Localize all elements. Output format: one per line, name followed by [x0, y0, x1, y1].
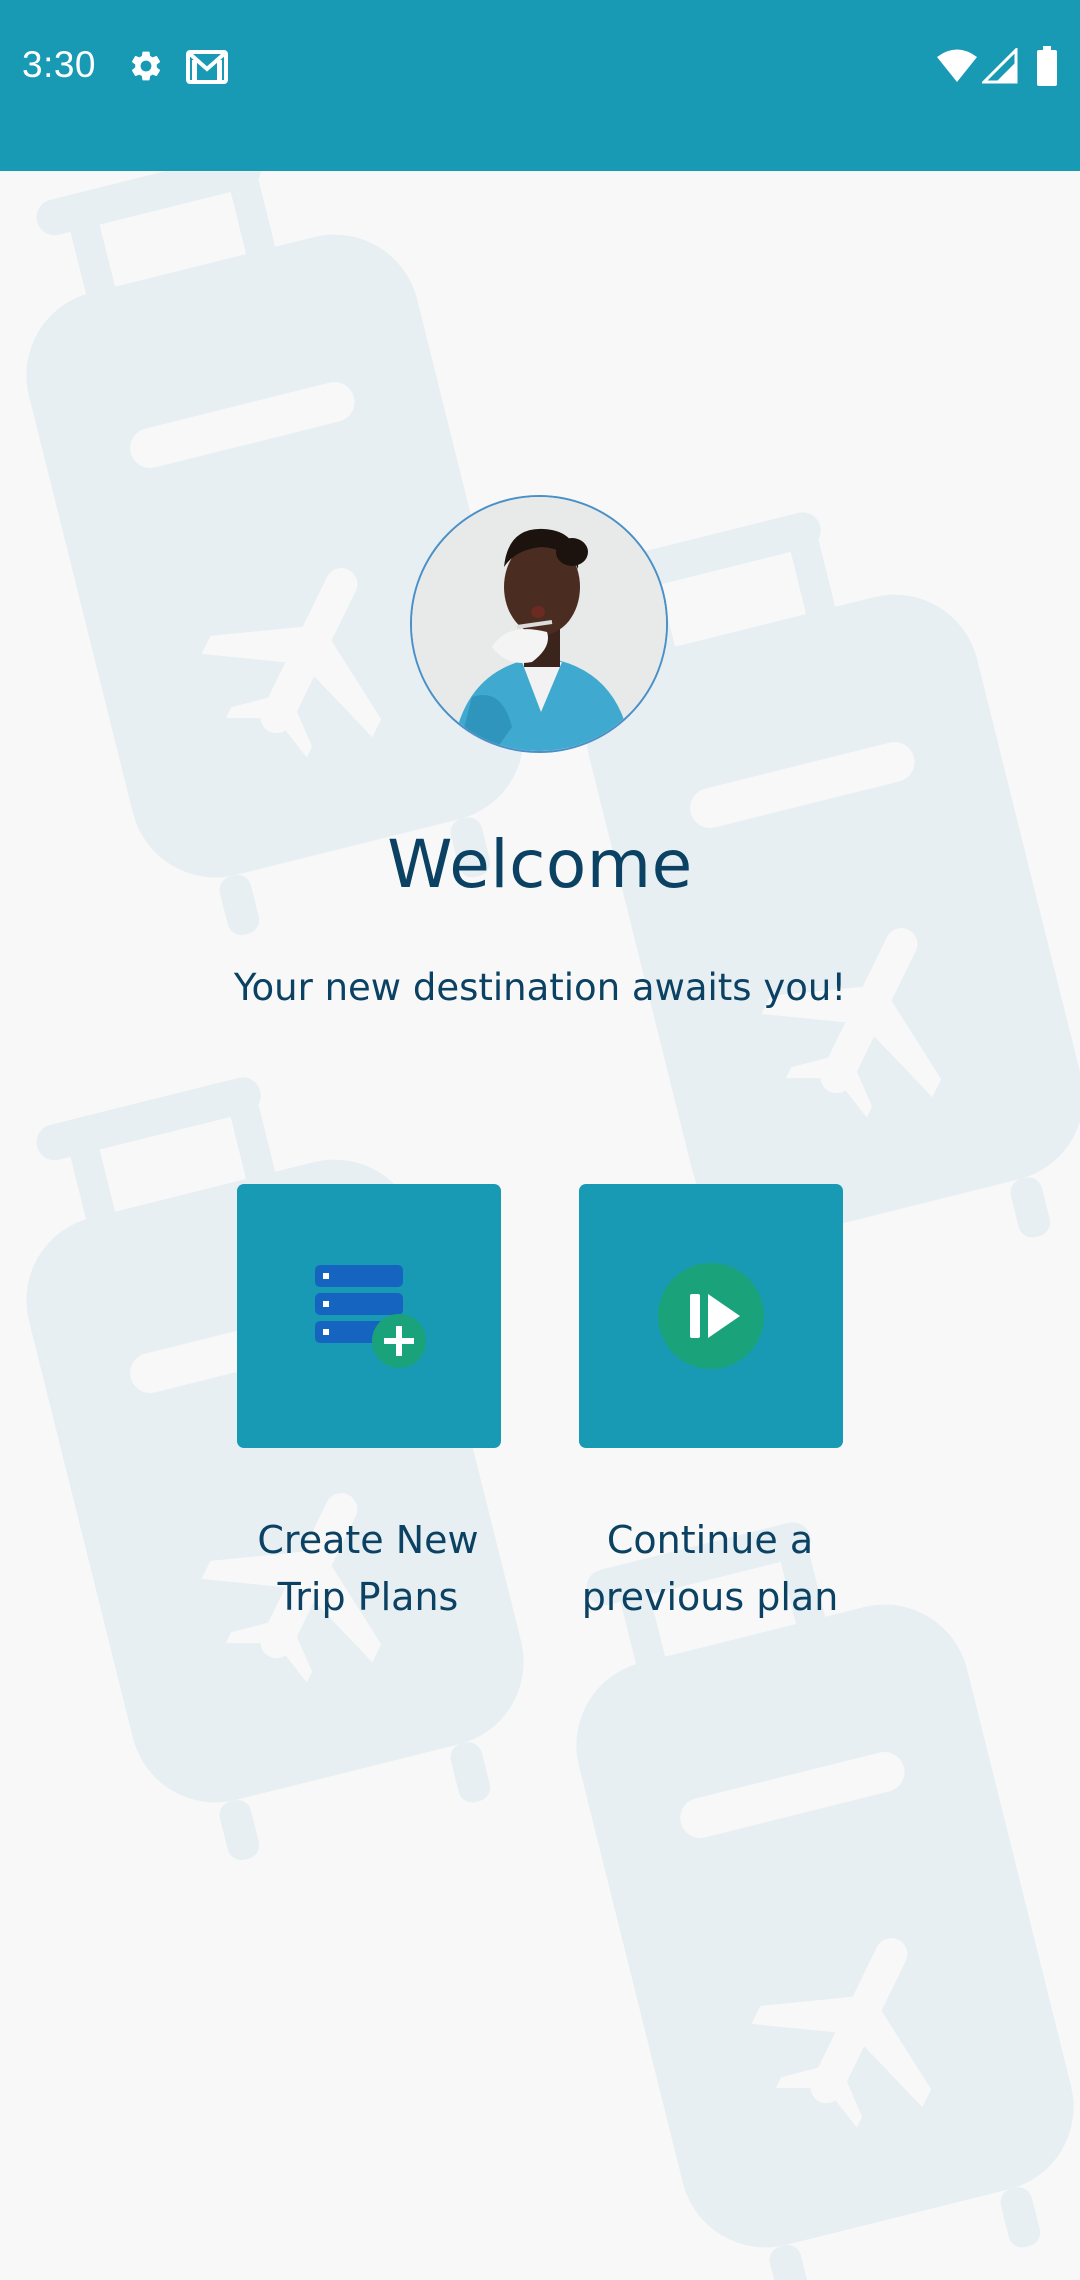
- welcome-subtitle: Your new destination awaits you!: [233, 966, 847, 1009]
- create-new-trip-button[interactable]: [237, 1184, 501, 1448]
- create-label-line2: Trip Plans: [277, 1575, 459, 1619]
- continue-label-line1: Continue a: [606, 1518, 814, 1562]
- profile-avatar: [410, 495, 668, 753]
- add-list-icon: [315, 1265, 426, 1368]
- create-label-line1: Create New: [257, 1518, 479, 1562]
- continue-previous-plan-button[interactable]: [579, 1184, 843, 1448]
- continue-label-line2: previous plan: [581, 1575, 839, 1619]
- welcome-title: Welcome: [387, 826, 693, 903]
- create-new-trip-label: Create New Trip Plans: [208, 1512, 528, 1626]
- play-circle-icon: [658, 1263, 764, 1369]
- continue-plan-label: Continue a previous plan: [550, 1512, 870, 1626]
- person-photo: [412, 497, 666, 751]
